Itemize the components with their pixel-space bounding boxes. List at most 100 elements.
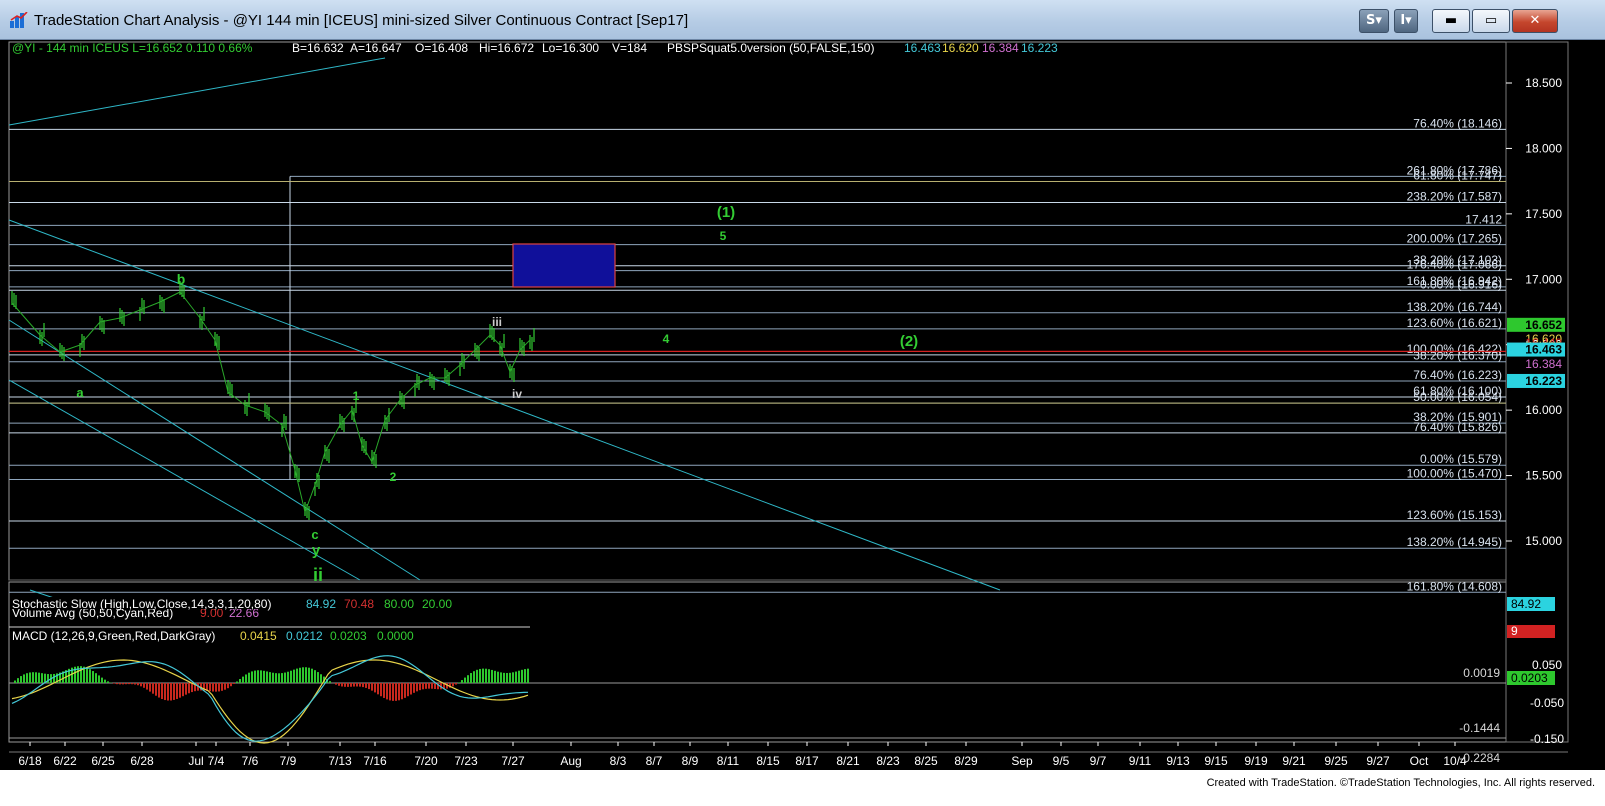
fib-label: 50.00% (16.054) xyxy=(1413,390,1502,404)
trendline xyxy=(8,319,421,581)
stochastic-value-1: 84.92 xyxy=(306,597,336,611)
fib-label: 76.40% (15.826) xyxy=(1413,420,1502,434)
fib-label: 76.40% (16.223) xyxy=(1413,368,1502,382)
macd-axis-tick-1: 0.050 xyxy=(1532,658,1562,672)
price-path xyxy=(99,317,121,323)
price-path xyxy=(159,291,181,303)
price-path xyxy=(399,384,416,401)
fib-label: 76.40% (18.146) xyxy=(1413,116,1502,130)
price-tick-label: 17.500 xyxy=(1525,207,1562,221)
price-path xyxy=(499,344,511,373)
wave-label: (1) xyxy=(717,204,735,221)
trendline xyxy=(8,379,361,581)
price-tick-label: 15.500 xyxy=(1525,469,1562,483)
stochastic-axis-tag-text: 84.92 xyxy=(1511,597,1541,611)
price-bars xyxy=(11,281,535,520)
date-tick-label: 8/23 xyxy=(876,754,900,768)
fib-levels: 76.40% (18.146)261.80% (17.786)61.80% (1… xyxy=(9,116,1506,593)
macd-axis-tag-text: 0.0203 xyxy=(1511,671,1548,685)
axes: 18.50018.00017.50017.00016.50016.00015.5… xyxy=(9,76,1568,768)
chart-area[interactable]: 76.40% (18.146)261.80% (17.786)61.80% (1… xyxy=(0,40,1605,770)
wave-label: 4 xyxy=(663,332,670,346)
date-tick-label: 6/25 xyxy=(91,754,115,768)
window-titlebar: TradeStation Chart Analysis - @YI 144 mi… xyxy=(0,0,1605,40)
wave-label: (2) xyxy=(900,333,918,350)
fib-label: 100.00% (15.470) xyxy=(1407,466,1502,480)
wave-label: c xyxy=(311,527,318,542)
wave-label: a xyxy=(76,385,84,400)
price-path xyxy=(361,444,373,463)
date-tick-label: 6/22 xyxy=(53,754,77,768)
date-tick-label: 9/19 xyxy=(1244,754,1268,768)
price-path xyxy=(371,419,386,463)
macd-pane xyxy=(9,626,1506,744)
macd-level-bottom: -0.2284 xyxy=(1459,751,1500,765)
target-zone-box xyxy=(512,243,616,288)
price-path xyxy=(39,334,61,353)
i-menu-button[interactable]: I▾ xyxy=(1394,9,1418,33)
fib-label: 0.00% (15.579) xyxy=(1420,452,1502,466)
date-tick-label: 7/6 xyxy=(242,754,259,768)
date-tick-label: 8/11 xyxy=(717,754,740,768)
high-label: Hi=16.672 xyxy=(479,41,534,55)
trendline xyxy=(8,57,386,126)
date-tick-label: 6/18 xyxy=(18,754,42,768)
wave-label: iv xyxy=(512,387,522,401)
price-tick-label: 15.000 xyxy=(1525,534,1562,548)
indicator-value-4: 16.223 xyxy=(1021,41,1058,55)
fib-label: 123.60% (16.621) xyxy=(1407,316,1502,330)
open-label: O=16.408 xyxy=(415,41,468,55)
price-path xyxy=(214,339,229,393)
date-tick-label: 8/9 xyxy=(682,754,699,768)
date-tick-label: 7/20 xyxy=(414,754,438,768)
indicator-value-1: 16.463 xyxy=(904,41,941,55)
wave-label: y xyxy=(312,542,321,559)
minimize-button[interactable]: ▬ xyxy=(1432,9,1470,33)
price-tick-label: 17.000 xyxy=(1525,272,1562,286)
footer-bar: Created with TradeStation. ©TradeStation… xyxy=(0,770,1605,806)
price-tick-label: 18.000 xyxy=(1525,141,1562,155)
close-button[interactable]: ✕ xyxy=(1512,9,1558,33)
bid-label: B=16.632 xyxy=(292,41,344,55)
price-path xyxy=(119,309,141,319)
maximize-button[interactable]: ▭ xyxy=(1472,9,1510,33)
date-tick-label: 6/28 xyxy=(130,754,154,768)
fib-label: 176.40% (17.066) xyxy=(1407,258,1502,272)
stochastic-label: Stochastic Slow (High,Low,Close,14,3,3,1… xyxy=(12,597,271,611)
fib-label: 123.60% (15.153) xyxy=(1407,508,1502,522)
date-tick-label: 7/27 xyxy=(501,754,525,768)
price-path xyxy=(314,451,326,486)
date-tick-label: 9/7 xyxy=(1090,754,1107,768)
date-tick-label: 7/13 xyxy=(328,754,352,768)
tradestation-app-icon xyxy=(10,12,28,28)
wave-label: 5 xyxy=(720,229,727,243)
stochastic-value-2: 70.48 xyxy=(344,597,374,611)
symbol-info: @YI - 144 min ICEUS L=16.652 0.110 0.66% xyxy=(12,41,253,55)
stochastic-value-3: 80.00 xyxy=(384,597,414,611)
s-menu-button[interactable]: S▾ xyxy=(1359,9,1389,33)
fib-label: 238.20% (17.587) xyxy=(1407,189,1502,203)
indicator-label: PBSPSquat5.0version (50,FALSE,150) xyxy=(667,41,874,55)
date-tick-label: 9/11 xyxy=(1129,754,1152,768)
date-tick-label: 7/9 xyxy=(280,754,297,768)
wave-label: 2 xyxy=(390,470,397,484)
date-tick-label: 8/17 xyxy=(795,754,819,768)
date-tick-label: 8/15 xyxy=(756,754,780,768)
overlap-price-label: 16.384 xyxy=(1525,357,1562,371)
fib-label: 17.412 xyxy=(1465,212,1502,226)
price-path xyxy=(294,469,306,513)
date-tick-label: Sep xyxy=(1011,754,1033,768)
window-title: TradeStation Chart Analysis - @YI 144 mi… xyxy=(34,12,689,29)
price-path xyxy=(324,424,341,453)
macd-value-1: 0.0415 xyxy=(240,629,277,643)
trendline xyxy=(8,219,1001,591)
date-tick-label: 9/5 xyxy=(1053,754,1070,768)
fib-label: 61.80% (17.747) xyxy=(1413,169,1502,183)
fib-label: 0.00% (16.916) xyxy=(1420,277,1502,291)
fib-label: 200.00% (17.265) xyxy=(1407,232,1502,246)
price-tag-text: 16.223 xyxy=(1525,374,1562,388)
fib-label: 161.80% (14.608) xyxy=(1407,579,1502,593)
price-path xyxy=(244,404,266,413)
price-path xyxy=(304,484,316,513)
date-tick-label: 7/16 xyxy=(363,754,387,768)
